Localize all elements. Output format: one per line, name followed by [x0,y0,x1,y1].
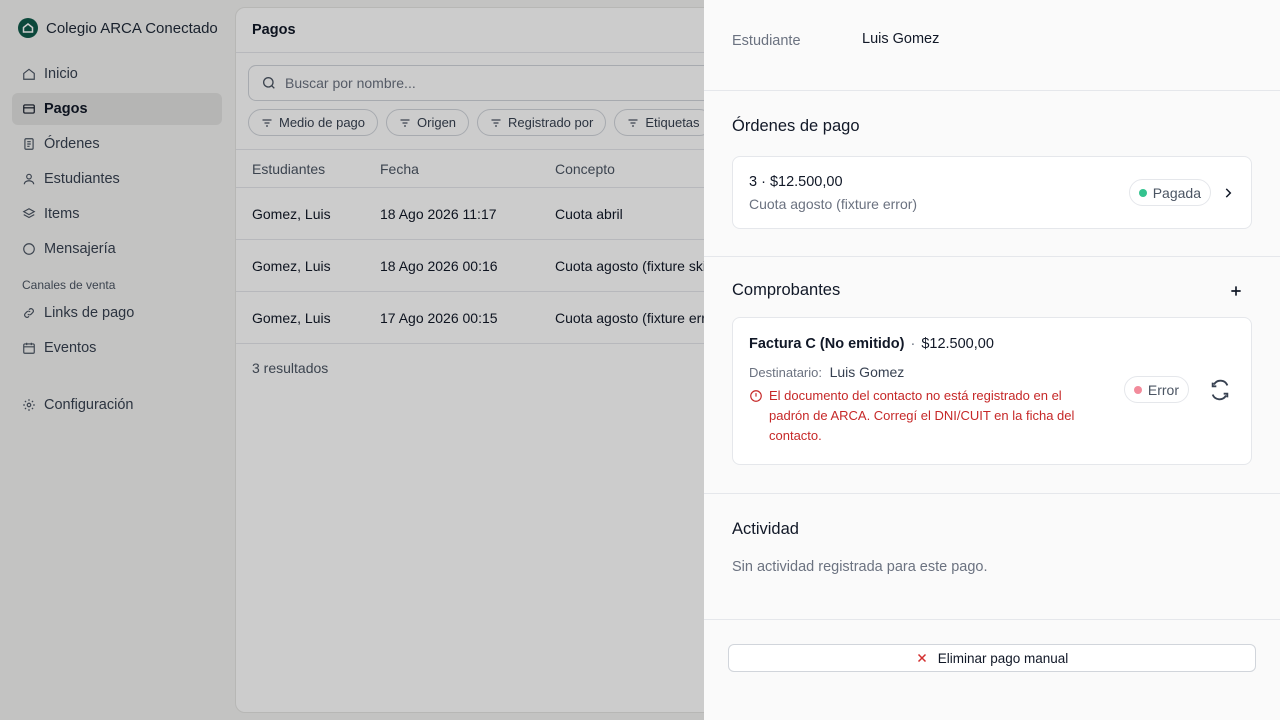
delete-manual-payment-button[interactable]: Eliminar pago manual [728,644,1256,672]
payment-detail-drawer: Estudiante Luis Gomez Órdenes de pago 3 … [704,0,1280,720]
orders-section: Órdenes de pago 3 · $12.500,00 Cuota ago… [704,91,1280,257]
invoice-error: El documento del contacto no está regist… [749,386,1089,446]
delete-label: Eliminar pago manual [937,650,1069,666]
payment-order-card[interactable]: 3 · $12.500,00 Cuota agosto (fixture err… [732,156,1252,229]
recipient-label: Destinatario: [749,365,822,380]
student-label: Estudiante [732,33,801,49]
add-receipt-button[interactable] [1228,283,1244,299]
status-label: Pagada [1152,184,1201,201]
chevron-right-icon[interactable] [1221,186,1235,200]
error-message: El documento del contacto no está regist… [769,388,1075,443]
section-title: Órdenes de pago [732,117,860,135]
drawer-footer: Eliminar pago manual [704,620,1280,696]
student-value: Luis Gomez [862,31,940,47]
activity-empty-text: Sin actividad registrada para este pago. [732,559,988,575]
status-badge: Error [1123,376,1189,403]
student-row: Estudiante Luis Gomez [704,0,1280,91]
status-dot [1138,188,1147,197]
status-label: Error [1147,381,1179,398]
invoice-type: Factura C (No emitido) [749,336,905,352]
invoice-separator: · [910,336,916,352]
alert-circle-icon [750,390,762,402]
order-summary: 3 · $12.500,00 [749,173,843,190]
status-badge: Pagada [1128,179,1211,206]
status-dot [1133,385,1142,394]
recipient-value: Luis Gomez [829,364,905,380]
invoice-amount: $12.500,00 [921,336,994,352]
retry-refresh-icon[interactable] [1209,379,1231,401]
order-concept: Cuota agosto (fixture error) [749,195,918,212]
section-title: Comprobantes [732,281,841,299]
section-title: Actividad [732,520,799,538]
activity-section: Actividad Sin actividad registrada para … [704,494,1280,620]
receipts-section: Comprobantes Factura C (No emitido) · $12.… [704,257,1280,494]
close-icon [917,653,926,663]
invoice-card: Factura C (No emitido) · $12.500,00 Destin… [732,317,1252,465]
